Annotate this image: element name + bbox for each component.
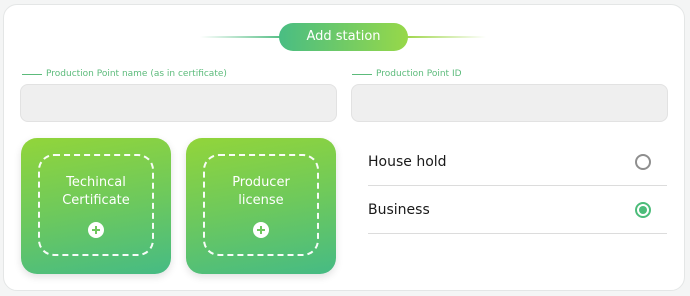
household-label: House hold [368,153,447,170]
production-point-id-input[interactable] [351,84,668,122]
label-dash [352,73,372,75]
page-title: Add station [279,23,408,51]
production-point-id-label: Production Point ID [352,69,462,79]
radio-option-business[interactable]: Business [368,186,667,234]
household-radio[interactable] [635,153,651,170]
plus-icon[interactable] [88,222,104,238]
production-point-id-label-text: Production Point ID [376,69,462,79]
label-dash [22,73,42,75]
technical-certificate-label: Techincal Certificate [62,175,130,208]
production-point-name-input[interactable] [20,84,337,122]
upload-dropzone: Techincal Certificate [38,154,154,256]
technical-certificate-upload[interactable]: Techincal Certificate [21,138,171,274]
production-point-name-label: Production Point name (as in certificate… [22,69,227,79]
radio-option-household[interactable]: House hold [368,138,667,186]
business-label: Business [368,201,430,218]
upload-dropzone: Producer license [203,154,319,256]
plus-icon[interactable] [253,222,269,238]
producer-license-upload[interactable]: Producer license [186,138,336,274]
producer-license-label: Producer license [232,175,290,208]
title-divider-right [406,36,486,38]
title-divider-left [200,36,282,38]
production-point-name-label-text: Production Point name (as in certificate… [46,69,227,79]
business-radio[interactable] [635,201,651,218]
